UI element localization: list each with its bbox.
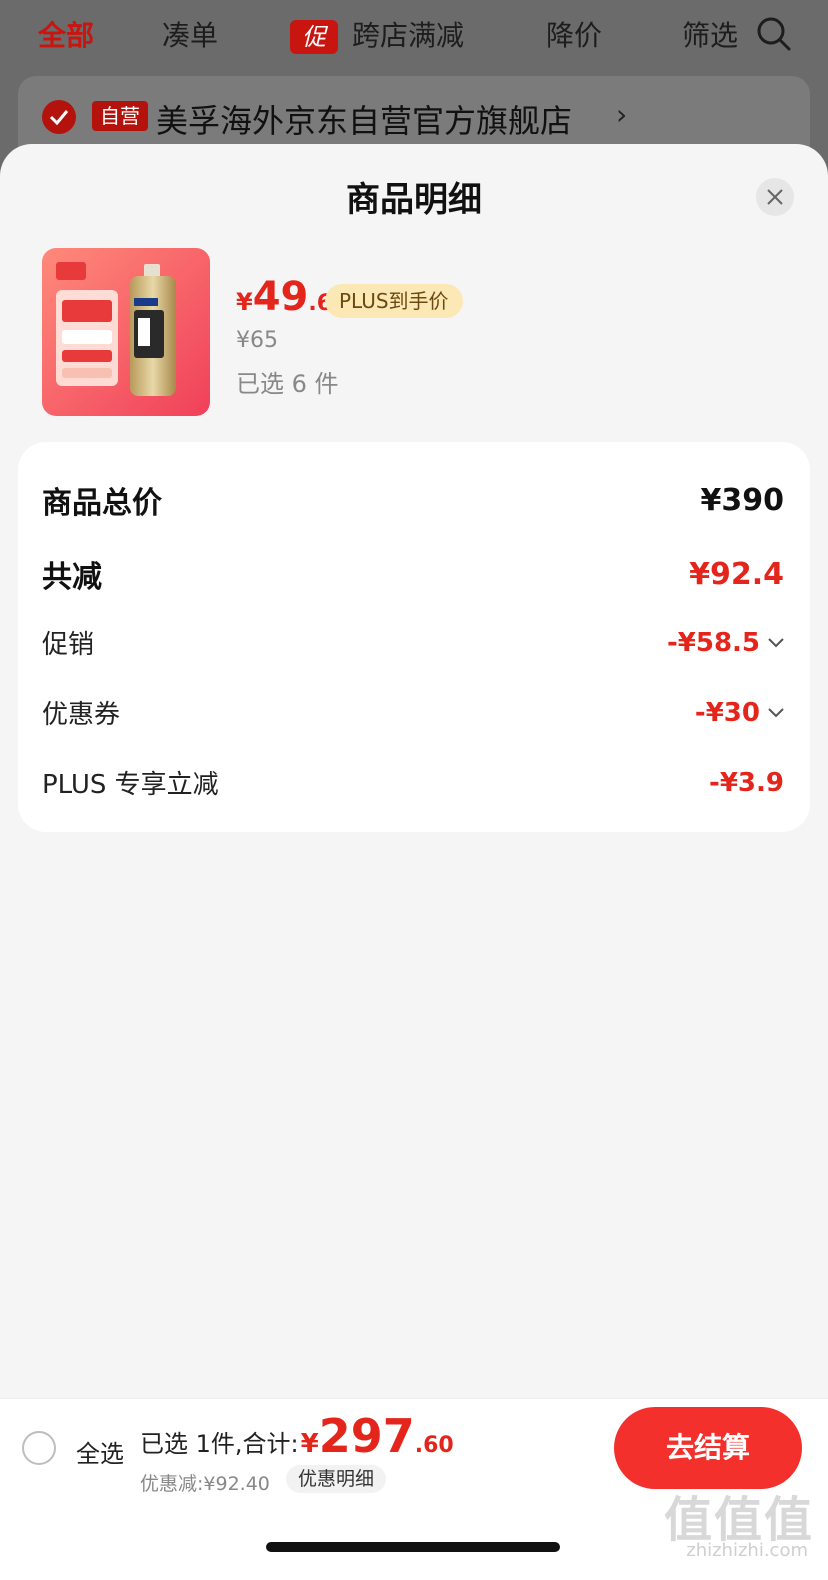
plus-price-badge: PLUS到手价 — [325, 284, 463, 318]
chevron-down-icon[interactable] — [768, 637, 784, 648]
row-total-reduction: 共减 ¥92.4 — [42, 552, 784, 596]
watermark-url: zhizhizhi.com — [686, 1540, 808, 1561]
chevron-down-icon[interactable] — [768, 707, 784, 718]
promotion-value: -¥58.5 — [666, 627, 760, 658]
discount-summary: 优惠减:¥92.40 — [140, 1473, 270, 1495]
price-breakdown-card: 商品总价 ¥390 共减 ¥92.4 促销 -¥58.5 优惠券 -¥30 PL… — [18, 442, 810, 832]
product-thumbnail[interactable] — [42, 248, 210, 416]
self-operated-tag: 自营 — [92, 101, 148, 131]
row-total-price: 商品总价 ¥390 — [42, 478, 784, 522]
row-plus-discount: PLUS 专享立减 -¥3.9 — [42, 764, 784, 801]
coupon-label: 优惠券 — [42, 700, 121, 730]
promo-badge: 促 — [290, 20, 338, 54]
search-icon[interactable] — [756, 16, 792, 52]
discount-detail-button[interactable]: 优惠明细 — [286, 1465, 387, 1493]
cart-tabs: 全部 凑单 促跨店满减 降价 筛选 — [0, 0, 828, 70]
plus-discount-label: PLUS 专享立减 — [42, 770, 219, 800]
total-currency: ¥ — [300, 1429, 319, 1459]
tab-all[interactable]: 全部 — [38, 14, 94, 54]
row-coupon[interactable]: 优惠券 -¥30 — [42, 694, 784, 731]
product-detail-sheet: 商品明细 ¥ 49 .6 PLUS到手价 ¥65 已选 6 件 商品总价 ¥39… — [0, 144, 828, 1580]
price-integer: 49 — [252, 274, 309, 320]
plus-discount-value: -¥3.9 — [709, 767, 784, 798]
total-prefix: 已选 1件,合计: — [140, 1430, 299, 1458]
tab-bundle[interactable]: 凑单 — [162, 14, 218, 54]
store-checkbox[interactable] — [42, 100, 76, 134]
price-currency: ¥ — [236, 288, 253, 316]
tab-filter[interactable]: 筛选 — [682, 14, 742, 54]
store-name[interactable]: 美孚海外京东自营官方旗舰店 — [156, 96, 572, 142]
checkout-button[interactable]: 去结算 — [614, 1407, 802, 1489]
promotion-value-wrap[interactable]: -¥58.5 — [667, 628, 784, 658]
tab-price-drop[interactable]: 降价 — [546, 14, 602, 54]
select-all-radio[interactable] — [22, 1431, 56, 1465]
chevron-right-icon[interactable]: › — [616, 98, 627, 131]
row-promotion[interactable]: 促销 -¥58.5 — [42, 624, 784, 661]
close-button[interactable] — [756, 178, 794, 216]
hand-price: ¥ 49 .6 — [236, 274, 332, 320]
total-integer: 297 — [318, 1409, 415, 1463]
total-price-value: ¥390 — [700, 482, 785, 518]
original-price: ¥65 — [236, 328, 278, 353]
total-summary: 已选 1件,合计: ¥ 297 .60 — [140, 1409, 454, 1463]
close-icon — [767, 189, 783, 205]
tab-cross-store-label: 跨店满减 — [352, 19, 465, 52]
select-all-label[interactable]: 全选 — [76, 1434, 124, 1469]
home-indicator[interactable] — [266, 1542, 560, 1552]
sheet-title: 商品明细 — [346, 180, 482, 220]
total-price-label: 商品总价 — [42, 486, 162, 521]
coupon-value: -¥30 — [694, 697, 760, 728]
total-decimal: .60 — [414, 1433, 454, 1458]
total-reduction-value: ¥92.4 — [689, 556, 784, 592]
total-reduction-label: 共减 — [42, 560, 102, 595]
tab-cross-store-discount[interactable]: 促跨店满减 — [290, 14, 464, 54]
selected-count: 已选 6 件 — [236, 370, 339, 398]
promotion-label: 促销 — [42, 630, 95, 660]
coupon-value-wrap[interactable]: -¥30 — [695, 698, 784, 728]
